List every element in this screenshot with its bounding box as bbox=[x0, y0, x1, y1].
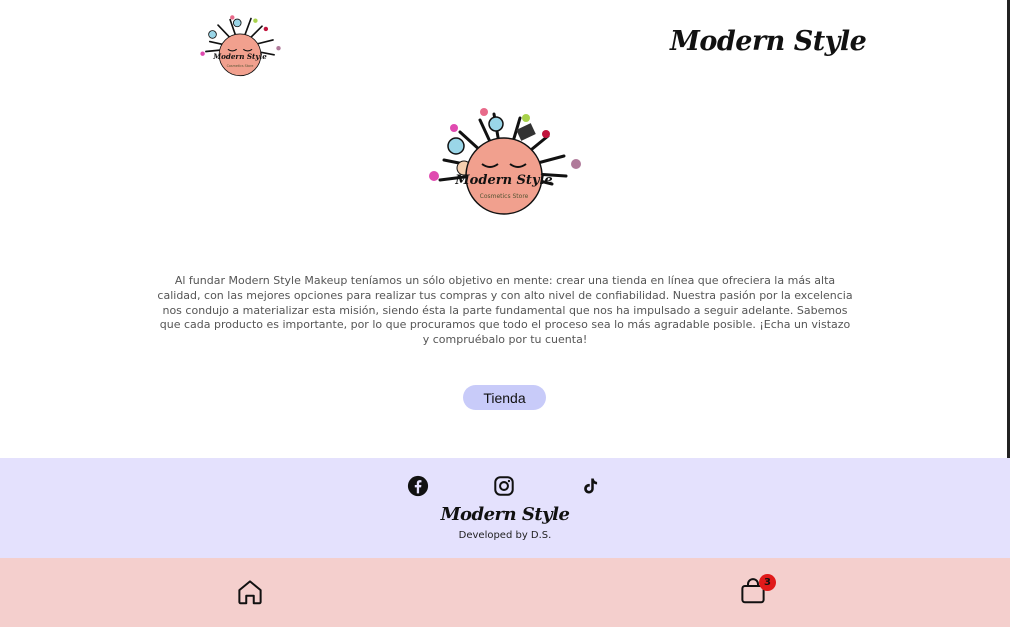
site-header: Modern Style Cosmetics Store Modern Styl… bbox=[0, 0, 1007, 95]
header-logo[interactable]: Modern Style Cosmetics Store bbox=[196, 14, 284, 78]
home-icon[interactable] bbox=[235, 577, 265, 607]
bottom-nav: 3 bbox=[0, 558, 1010, 627]
tiktok-icon[interactable] bbox=[578, 474, 602, 498]
footer-brand: Modern Style bbox=[440, 504, 570, 525]
svg-text:Modern Style: Modern Style bbox=[212, 52, 267, 61]
facebook-icon[interactable] bbox=[406, 474, 430, 498]
cart-count-badge: 3 bbox=[759, 574, 776, 591]
shop-button[interactable]: Tienda bbox=[463, 385, 546, 410]
svg-text:Cosmetics Store: Cosmetics Store bbox=[227, 64, 254, 68]
instagram-icon[interactable] bbox=[492, 474, 516, 498]
brand-title: Modern Style bbox=[670, 26, 867, 57]
svg-text:Cosmetics Store: Cosmetics Store bbox=[480, 193, 529, 200]
about-text: Al fundar Modern Style Makeup teníamos u… bbox=[157, 274, 853, 347]
hero-logo: Modern Style Cosmetics Store bbox=[429, 108, 581, 215]
svg-text:Modern Style: Modern Style bbox=[454, 173, 552, 188]
site-footer: Modern Style Developed by D.S. bbox=[0, 458, 1010, 558]
footer-credit: Developed by D.S. bbox=[458, 530, 552, 541]
